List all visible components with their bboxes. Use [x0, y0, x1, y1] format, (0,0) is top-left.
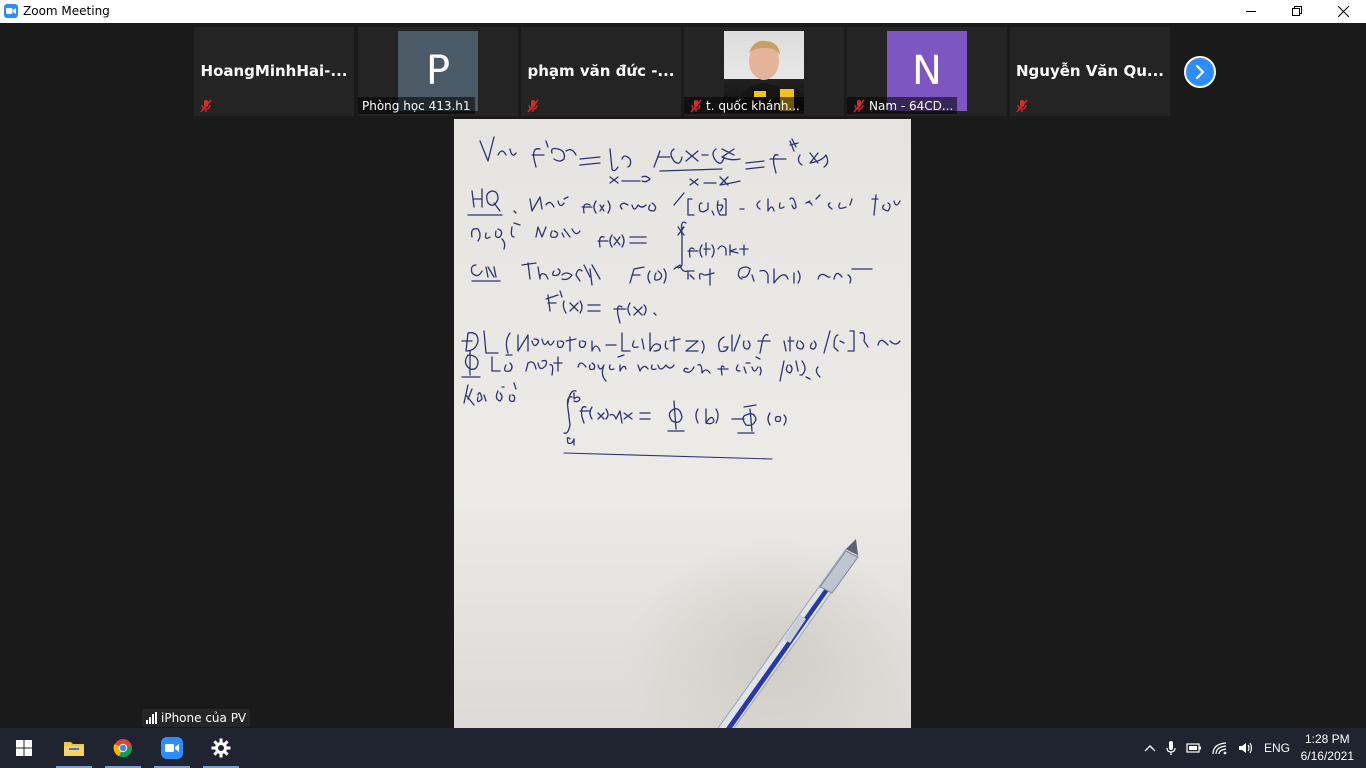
handwritten-notes-image	[454, 119, 911, 728]
taskbar-chrome[interactable]	[99, 728, 147, 768]
next-participants-button[interactable]	[1184, 56, 1216, 88]
windows-logo-icon	[16, 740, 32, 756]
taskbar-clock[interactable]: 1:28 PM 6/16/2021	[1301, 731, 1354, 765]
minimize-button[interactable]	[1228, 0, 1274, 22]
shared-screen	[454, 119, 911, 728]
share-source-name: iPhone của PV	[161, 711, 247, 725]
participant-tile[interactable]: t. quốc khánh...	[684, 27, 844, 116]
wifi-icon[interactable]	[1212, 741, 1228, 755]
zoom-icon	[161, 737, 183, 759]
participant-tile[interactable]: P Phòng học 413.h1	[358, 27, 518, 116]
participant-tile[interactable]: HoangMinhHai-...	[194, 27, 354, 116]
participant-tile[interactable]: phạm văn đức -...	[521, 27, 681, 116]
battery-icon[interactable]	[1186, 742, 1202, 754]
close-button[interactable]	[1320, 0, 1366, 22]
participant-label	[521, 97, 547, 114]
clock-time: 1:28 PM	[1304, 732, 1350, 746]
taskbar-file-explorer[interactable]	[50, 728, 98, 768]
mic-muted-icon	[853, 99, 865, 112]
start-button[interactable]	[0, 728, 48, 768]
system-tray: ENG	[1144, 728, 1290, 768]
mic-muted-icon	[690, 99, 702, 112]
input-language-indicator[interactable]: ENG	[1264, 741, 1290, 755]
participant-name: HoangMinhHai-...	[200, 62, 348, 80]
signal-bars-icon	[146, 712, 157, 724]
participant-name: Phòng học 413.h1	[362, 98, 471, 113]
taskbar-zoom[interactable]	[148, 728, 196, 768]
participant-label: t. quốc khánh...	[684, 97, 804, 114]
zoom-app-icon	[4, 4, 18, 18]
mic-muted-icon	[200, 99, 212, 112]
title-bar: Zoom Meeting	[0, 0, 1366, 23]
participant-label: Phòng học 413.h1	[358, 97, 475, 114]
taskbar-settings[interactable]	[197, 728, 245, 768]
microphone-icon[interactable]	[1166, 740, 1176, 756]
clock-date: 6/16/2021	[1300, 749, 1354, 763]
folder-icon	[64, 742, 84, 756]
gear-icon	[211, 738, 231, 758]
participant-name: Nam - 64CD...	[869, 98, 954, 113]
mic-muted-icon	[1016, 99, 1028, 112]
participant-name: t. quốc khánh...	[706, 98, 800, 113]
participant-name: Nguyễn Văn Qu...	[1016, 62, 1164, 80]
restore-button[interactable]	[1274, 0, 1320, 22]
window-title: Zoom Meeting	[23, 4, 110, 18]
share-source-label: iPhone của PV	[142, 709, 251, 727]
chrome-icon	[113, 739, 133, 758]
participant-tile[interactable]: N Nam - 64CD...	[847, 27, 1007, 116]
participant-label: Nam - 64CD...	[847, 97, 958, 114]
chevron-right-icon	[1195, 65, 1205, 79]
participant-tile[interactable]: Nguyễn Văn Qu...	[1010, 27, 1170, 116]
speaker-icon[interactable]	[1238, 741, 1254, 755]
windows-taskbar: ENG 1:28 PM 6/16/2021	[0, 728, 1366, 768]
participant-label	[194, 97, 220, 114]
participant-label	[1010, 97, 1036, 114]
participant-name: phạm văn đức -...	[527, 62, 675, 80]
mic-muted-icon	[527, 99, 539, 112]
chevron-up-icon[interactable]	[1144, 744, 1156, 752]
